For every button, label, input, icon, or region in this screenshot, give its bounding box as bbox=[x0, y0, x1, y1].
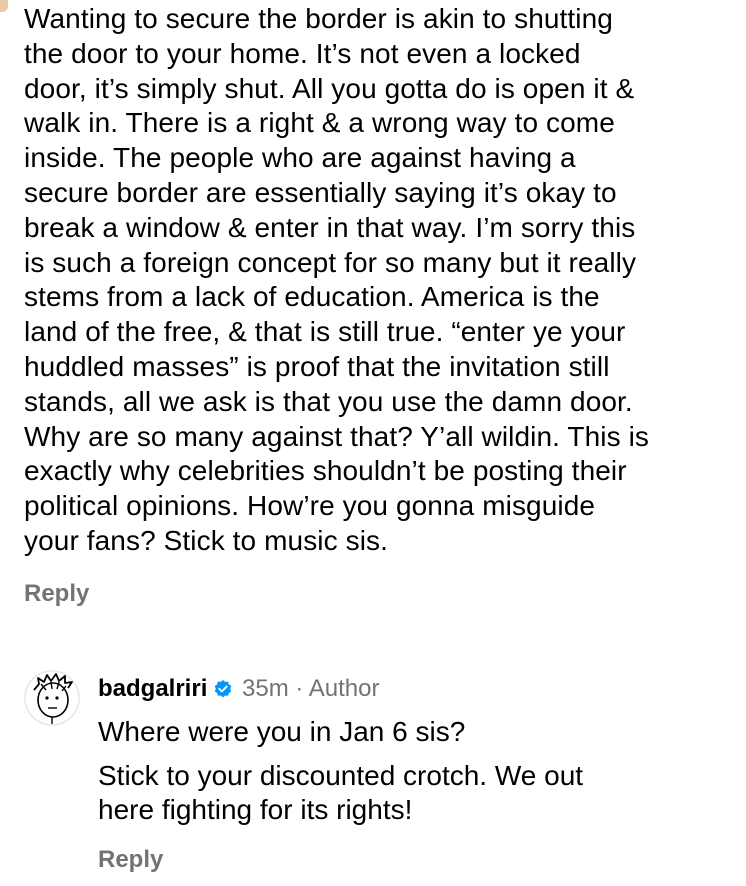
reply-header: badgalriri 35m · Author bbox=[98, 672, 379, 706]
reply-text-paragraph: Where were you in Jan 6 sis? bbox=[98, 716, 466, 747]
comment-line: political opinions. How’re you gonna mis… bbox=[24, 490, 596, 522]
comment-line: land of the free, & that is still true. … bbox=[24, 316, 626, 348]
avatar[interactable] bbox=[24, 670, 80, 726]
reply-line: Stick to your discounted crotch. We out bbox=[98, 760, 584, 791]
comment-text: Wanting to secure the border is akin to … bbox=[24, 2, 734, 559]
comment-line: exactly why celebrities shouldn’t be pos… bbox=[24, 455, 627, 487]
timestamp: 35m bbox=[242, 675, 289, 702]
reply-button[interactable]: Reply bbox=[24, 580, 89, 608]
author-tag: Author bbox=[308, 675, 380, 702]
comment-line: secure border are essentially saying it’… bbox=[24, 176, 617, 208]
reply-line: here fighting for its rights! bbox=[98, 794, 413, 825]
reply-text-paragraph: Stick to your discounted crotch. We out … bbox=[98, 759, 583, 827]
comment-line: the door to your home. It’s not even a l… bbox=[24, 37, 581, 69]
comment-line: huddled masses” is proof that the invita… bbox=[24, 350, 610, 382]
username-link[interactable]: badgalriri bbox=[98, 675, 207, 702]
comment-line: door, it’s simply shut. All you gotta do… bbox=[24, 72, 635, 104]
corner-mark bbox=[0, 0, 8, 12]
comment-line: Wanting to secure the border is akin to … bbox=[24, 3, 613, 34]
reply-button[interactable]: Reply bbox=[98, 846, 163, 874]
comment-line: is such a foreign concept for so many bu… bbox=[24, 246, 637, 278]
comment-line: walk in. There is a right & a wrong way … bbox=[24, 107, 615, 139]
comment-line: inside. The people who are against havin… bbox=[24, 142, 576, 174]
verified-badge-icon bbox=[215, 680, 232, 698]
comment-line: break a window & enter in that way. I’m … bbox=[24, 211, 636, 243]
comment-line: stands, all we ask is that you use the d… bbox=[24, 385, 633, 417]
comment-line: your fans? Stick to music sis. bbox=[24, 524, 389, 556]
comment-line: Why are so many against that? Y’all wild… bbox=[24, 420, 650, 452]
comment-line: stems from a lack of education. America … bbox=[24, 281, 600, 313]
cartoon-face-avatar-icon bbox=[24, 670, 80, 726]
meta-separator: · bbox=[288, 675, 309, 702]
